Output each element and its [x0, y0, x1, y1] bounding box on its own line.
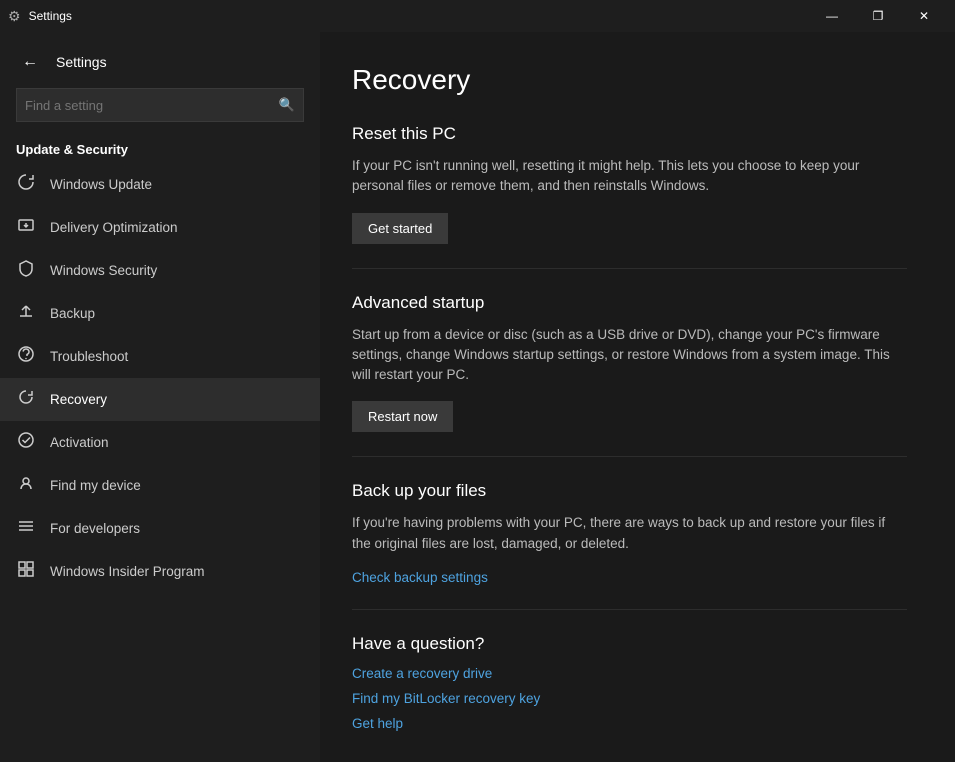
find-my-device-icon	[16, 474, 36, 497]
sidebar-item-label: Activation	[50, 435, 109, 450]
for-developers-icon	[16, 517, 36, 540]
backup-icon	[16, 302, 36, 325]
sidebar-item-label: Recovery	[50, 392, 107, 407]
sidebar-item-label: For developers	[50, 521, 140, 536]
sidebar-item-label: Windows Update	[50, 177, 152, 192]
sidebar-top: ← Settings	[0, 40, 320, 88]
advanced-startup-desc: Start up from a device or disc (such as …	[352, 325, 907, 386]
sidebar-nav: Windows Update Delivery Optimization Win…	[0, 163, 320, 593]
divider-2	[352, 456, 907, 457]
titlebar-left: ⚙ Settings	[8, 8, 809, 25]
reset-pc-desc: If your PC isn't running well, resetting…	[352, 156, 907, 197]
sidebar-item-troubleshoot[interactable]: Troubleshoot	[0, 335, 320, 378]
backup-files-title: Back up your files	[352, 481, 907, 501]
sidebar-item-windows-security[interactable]: Windows Security	[0, 249, 320, 292]
main-content: Recovery Reset this PC If your PC isn't …	[320, 32, 955, 762]
sidebar-item-delivery-optimization[interactable]: Delivery Optimization	[0, 206, 320, 249]
backup-files-desc: If you're having problems with your PC, …	[352, 513, 907, 554]
sidebar-item-label: Backup	[50, 306, 95, 321]
sidebar-item-for-developers[interactable]: For developers	[0, 507, 320, 550]
sidebar-item-windows-update[interactable]: Windows Update	[0, 163, 320, 206]
sidebar-item-backup[interactable]: Backup	[0, 292, 320, 335]
recovery-icon	[16, 388, 36, 411]
sidebar-item-windows-insider[interactable]: Windows Insider Program	[0, 550, 320, 593]
maximize-button[interactable]: ❐	[855, 0, 901, 32]
find-bitlocker-key-link[interactable]: Find my BitLocker recovery key	[352, 691, 907, 706]
app-body: ← Settings 🔍 Update & Security Windows U…	[0, 32, 955, 762]
windows-security-icon	[16, 259, 36, 282]
get-help-link[interactable]: Get help	[352, 716, 907, 731]
sidebar-item-label: Find my device	[50, 478, 141, 493]
sidebar-item-label: Windows Security	[50, 263, 157, 278]
activation-icon	[16, 431, 36, 454]
have-a-question-title: Have a question?	[352, 634, 907, 654]
settings-icon: ⚙	[8, 8, 21, 25]
sidebar-app-title: Settings	[56, 54, 107, 70]
sidebar: ← Settings 🔍 Update & Security Windows U…	[0, 32, 320, 762]
page-title: Recovery	[352, 64, 907, 96]
minimize-button[interactable]: —	[809, 0, 855, 32]
sidebar-item-label: Delivery Optimization	[50, 220, 178, 235]
divider-3	[352, 609, 907, 610]
titlebar-title: Settings	[29, 9, 72, 23]
sidebar-item-activation[interactable]: Activation	[0, 421, 320, 464]
close-button[interactable]: ✕	[901, 0, 947, 32]
sidebar-item-label: Troubleshoot	[50, 349, 128, 364]
get-started-button[interactable]: Get started	[352, 213, 448, 244]
restart-now-button[interactable]: Restart now	[352, 401, 453, 432]
sidebar-item-recovery[interactable]: Recovery	[0, 378, 320, 421]
search-box[interactable]: 🔍	[16, 88, 304, 122]
back-button[interactable]: ←	[16, 48, 44, 76]
windows-insider-icon	[16, 560, 36, 583]
check-backup-settings-link[interactable]: Check backup settings	[352, 570, 907, 585]
troubleshoot-icon	[16, 345, 36, 368]
reset-pc-title: Reset this PC	[352, 124, 907, 144]
delivery-optimization-icon	[16, 216, 36, 239]
titlebar-controls: — ❐ ✕	[809, 0, 947, 32]
divider-1	[352, 268, 907, 269]
windows-update-icon	[16, 173, 36, 196]
sidebar-item-label: Windows Insider Program	[50, 564, 205, 579]
sidebar-item-find-my-device[interactable]: Find my device	[0, 464, 320, 507]
advanced-startup-title: Advanced startup	[352, 293, 907, 313]
create-recovery-drive-link[interactable]: Create a recovery drive	[352, 666, 907, 681]
sidebar-section-label: Update & Security	[0, 134, 320, 163]
titlebar: ⚙ Settings — ❐ ✕	[0, 0, 955, 32]
search-icon: 🔍	[279, 97, 295, 113]
search-input[interactable]	[25, 98, 279, 113]
